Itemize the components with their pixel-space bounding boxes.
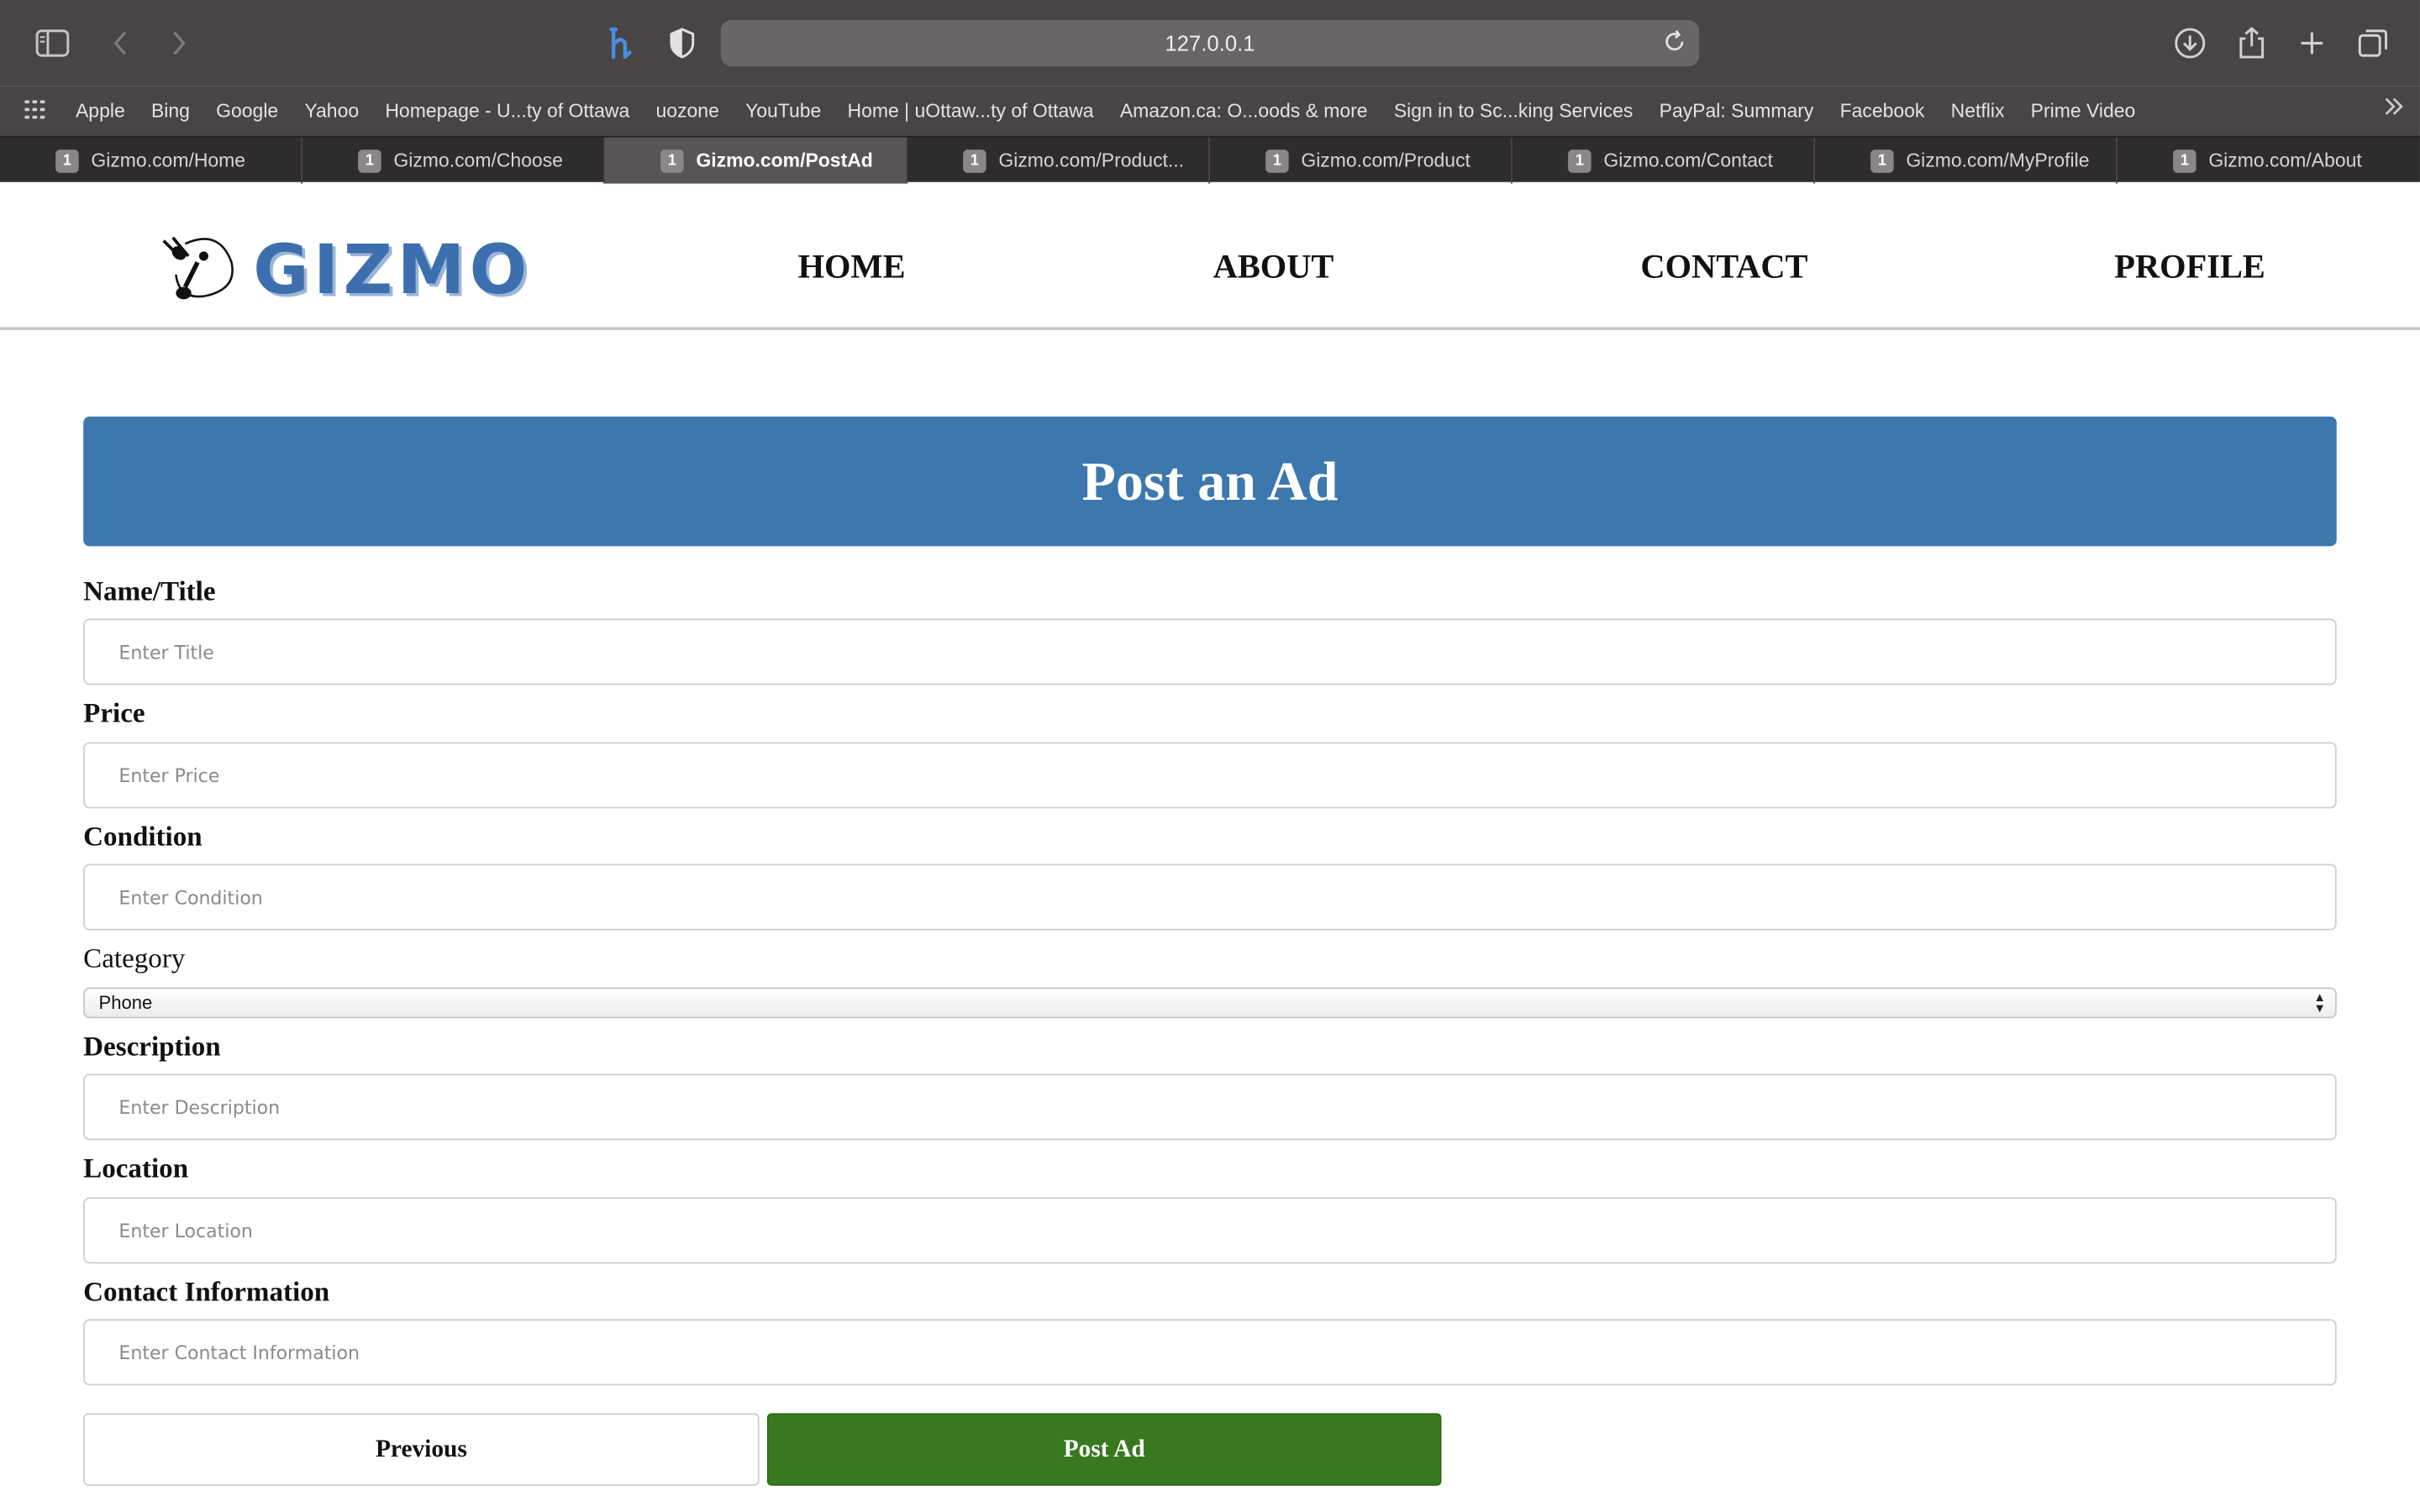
bookmark-google[interactable]: Google [216, 100, 278, 122]
tab-product-2[interactable]: 1 Gizmo.com/Product... [908, 137, 1210, 184]
tab-title: Gizmo.com/Contact [1603, 150, 1773, 171]
bookmark-uottawa-homepage[interactable]: Homepage - U...ty of Ottawa [385, 100, 629, 122]
bookmark-sign-in-services[interactable]: Sign in to Sc...king Services [1394, 100, 1634, 122]
tab-myprofile[interactable]: 1 Gizmo.com/MyProfile [1815, 137, 2118, 184]
extension-h-icon[interactable] [602, 24, 639, 61]
new-tab-icon[interactable] [2293, 24, 2330, 61]
tab-count-badge: 1 [660, 150, 684, 173]
location-label: Location [83, 1152, 189, 1184]
page-title: Post an Ad [1081, 450, 1339, 512]
bookmark-amazon[interactable]: Amazon.ca: O...oods & more [1120, 100, 1368, 122]
earphones-logo-icon [157, 228, 240, 313]
logo-text: GIZMO [253, 231, 532, 311]
tab-title: Gizmo.com/Home [91, 150, 246, 171]
site-header: GIZMO HOME ABOUT CONTACT PROFILE [0, 182, 2420, 331]
tab-count-badge: 1 [1568, 150, 1591, 173]
tab-title: Gizmo.com/PostAd [696, 150, 873, 171]
bookmark-paypal[interactable]: PayPal: Summary [1660, 100, 1814, 122]
bookmark-uottawa-home[interactable]: Home | uOttaw...ty of Ottawa [848, 100, 1094, 122]
select-arrows-icon: ▲ ▼ [2313, 990, 2326, 1016]
location-input[interactable] [83, 1197, 2337, 1264]
price-input[interactable] [83, 742, 2337, 809]
nav-profile[interactable]: PROFILE [2114, 247, 2265, 287]
download-icon[interactable] [2171, 24, 2208, 61]
tab-choose[interactable]: 1 Gizmo.com/Choose [302, 137, 605, 184]
sidebar-icon[interactable] [34, 24, 71, 61]
tab-count-badge: 1 [55, 150, 79, 173]
tab-title: Gizmo.com/Product... [998, 150, 1185, 171]
tab-home[interactable]: 1 Gizmo.com/Home [0, 137, 302, 184]
condition-label: Condition [83, 821, 203, 852]
description-label: Description [83, 1030, 221, 1062]
tab-about[interactable]: 1 Gizmo.com/About [2118, 137, 2420, 183]
tab-contact[interactable]: 1 Gizmo.com/Contact [1512, 137, 1815, 184]
tab-count-badge: 1 [1870, 150, 1894, 173]
post-ad-banner: Post an Ad [83, 416, 2337, 547]
bookmark-yahoo[interactable]: Yahoo [304, 100, 359, 122]
address-bar[interactable]: 127.0.0.1 [720, 19, 1700, 66]
bookmark-prime-video[interactable]: Prime Video [2031, 100, 2136, 122]
post-ad-button[interactable]: Post Ad [766, 1413, 1442, 1486]
bookmark-netflix[interactable]: Netflix [1951, 100, 2005, 122]
tab-postad[interactable]: 1 Gizmo.com/PostAd [604, 137, 908, 184]
more-bookmarks-icon[interactable] [2383, 96, 2405, 122]
tab-count-badge: 1 [963, 150, 986, 173]
bookmark-uozone[interactable]: uozone [656, 100, 719, 122]
tab-product[interactable]: 1 Gizmo.com/Product [1210, 137, 1512, 184]
shield-icon[interactable] [664, 24, 701, 61]
description-input[interactable] [83, 1074, 2337, 1141]
category-selected-value: Phone [98, 991, 153, 1014]
category-label: Category [83, 942, 186, 974]
tab-count-badge: 1 [1265, 150, 1289, 173]
reload-icon[interactable] [1662, 29, 1686, 59]
title-input[interactable] [83, 618, 2337, 685]
bookmark-facebook[interactable]: Facebook [1840, 100, 1925, 122]
tab-bar: 1 Gizmo.com/Home 1 Gizmo.com/Choose 1 Gizmo… [0, 135, 2420, 184]
share-icon[interactable] [2233, 24, 2270, 61]
address-text: 127.0.0.1 [1165, 30, 1255, 56]
bookmark-apple[interactable]: Apple [76, 100, 125, 122]
bookmarks-bar: Apple Bing Google Yahoo Homepage - U...t… [0, 86, 2420, 136]
bookmark-youtube[interactable]: YouTube [745, 100, 821, 122]
price-label: Price [83, 697, 145, 728]
tab-title: Gizmo.com/About [2208, 150, 2362, 171]
title-label: Name/Title [83, 575, 216, 606]
tab-overview-icon[interactable] [2355, 24, 2392, 61]
tab-count-badge: 1 [358, 150, 381, 173]
bookmark-bing[interactable]: Bing [151, 100, 190, 122]
tab-title: Gizmo.com/Choose [393, 150, 563, 171]
forward-icon[interactable] [160, 24, 197, 61]
nav-home[interactable]: HOME [798, 247, 906, 287]
tab-title: Gizmo.com/MyProfile [1906, 150, 2090, 171]
nav-contact[interactable]: CONTACT [1640, 247, 1807, 287]
back-icon[interactable] [102, 24, 139, 61]
contact-info-input[interactable] [83, 1319, 2337, 1386]
tab-count-badge: 1 [2173, 150, 2196, 173]
condition-input[interactable] [83, 864, 2337, 931]
gizmo-logo[interactable]: GIZMO [157, 228, 532, 313]
apps-grid-icon[interactable] [24, 99, 49, 123]
category-select[interactable]: Phone ▲ ▼ [83, 987, 2337, 1019]
contact-info-label: Contact Information [83, 1275, 330, 1307]
previous-button[interactable]: Previous [83, 1413, 760, 1486]
browser-toolbar: 127.0.0.1 [0, 0, 2420, 87]
tab-title: Gizmo.com/Product [1301, 150, 1470, 171]
nav-about[interactable]: ABOUT [1213, 247, 1334, 287]
